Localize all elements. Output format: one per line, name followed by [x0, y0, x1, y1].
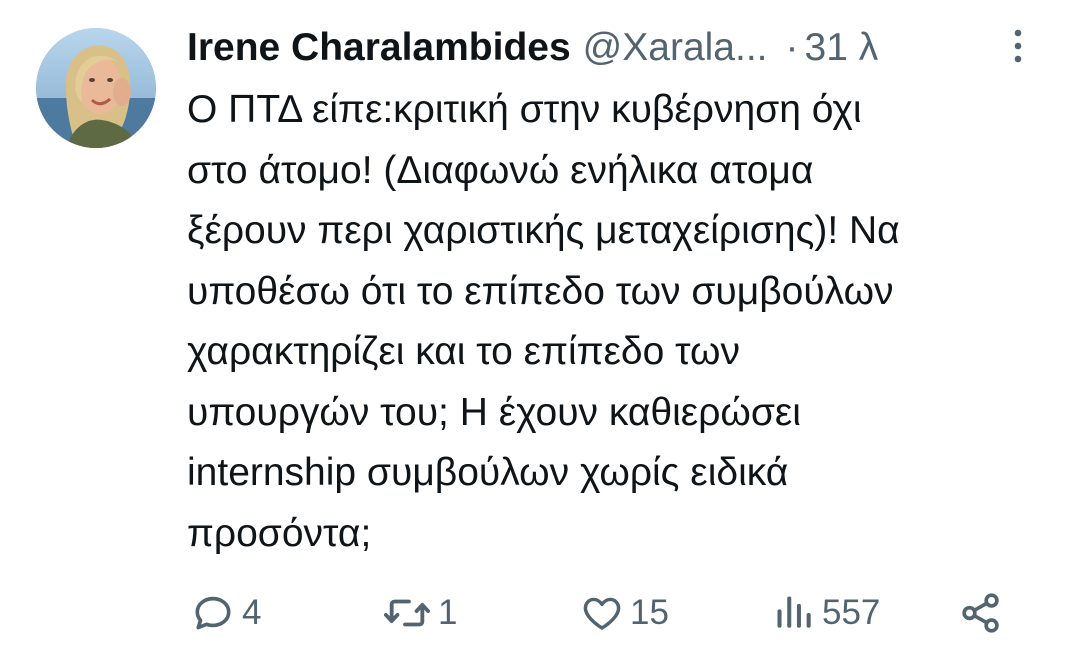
views-count: 557 [822, 593, 881, 632]
views-chart-icon [777, 596, 811, 628]
reply-icon [195, 596, 231, 630]
more-vertical-icon [1014, 29, 1022, 63]
more-options-button[interactable] [1003, 26, 1033, 66]
share-icon [962, 593, 999, 633]
views-button[interactable]: 557 [772, 585, 880, 641]
author-handle[interactable]: @Xarala... [583, 22, 768, 74]
tweet[interactable]: Irene Charalambides @Xarala... · 31 λ Ο … [0, 0, 1080, 665]
author-name[interactable]: Irene Charalambides [187, 22, 571, 74]
separator-dot: · [785, 26, 799, 69]
avatar-photo [36, 28, 156, 148]
repost-count: 1 [438, 593, 458, 632]
repost-icon [383, 599, 430, 627]
heart-icon [583, 597, 621, 630]
tweet-time[interactable]: 31 λ [805, 22, 879, 74]
repost-button[interactable]: 1 [382, 585, 457, 641]
reply-button[interactable]: 4 [190, 585, 261, 641]
reply-count: 4 [242, 593, 262, 632]
avatar[interactable] [36, 28, 156, 148]
tweet-text: Ο ΠΤΔ είπε:κριτική στην κυβέρνηση όχι στ… [187, 88, 900, 555]
like-button[interactable]: 15 [580, 585, 669, 641]
tweet-header: Irene Charalambides @Xarala... · 31 λ [187, 22, 878, 74]
share-button[interactable] [958, 585, 1004, 641]
tweet-actions: 4 1 15 557 [0, 585, 1080, 641]
like-count: 15 [630, 593, 669, 632]
